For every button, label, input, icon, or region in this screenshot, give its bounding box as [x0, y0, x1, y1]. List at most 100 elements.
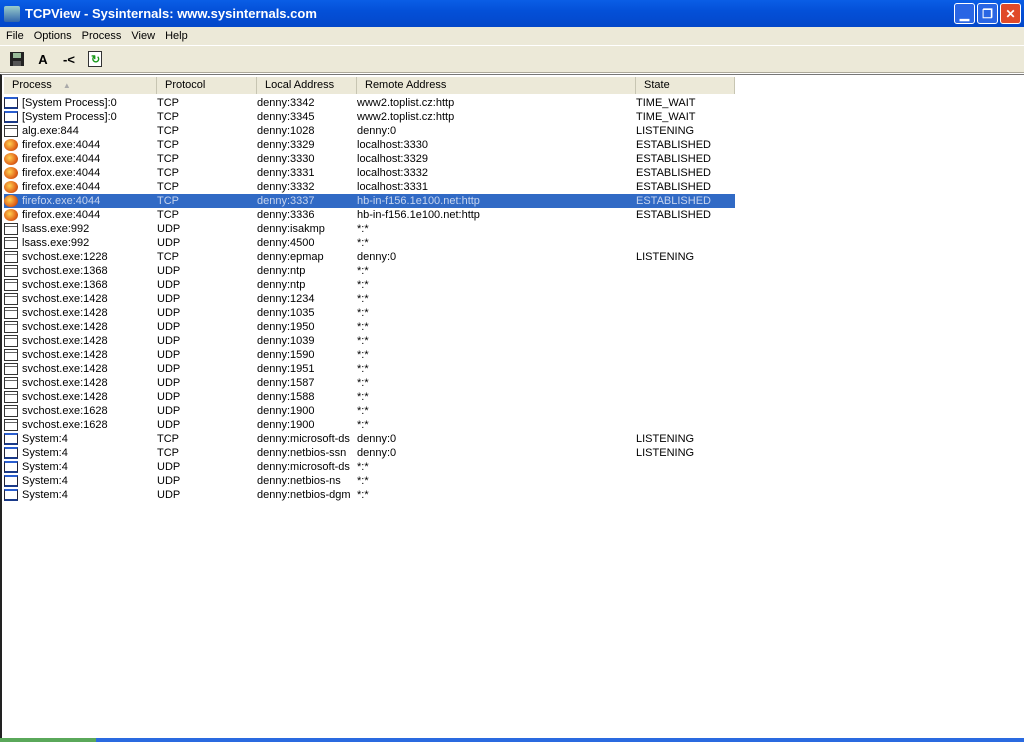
- refresh-icon[interactable]: ↻: [86, 50, 104, 68]
- table-row[interactable]: [System Process]:0 TCP denny:3342 www2.topl…: [4, 96, 735, 110]
- table-row[interactable]: firefox.exe:4044 TCP denny:3330 localhost:3…: [4, 152, 735, 166]
- cell-protocol: TCP: [157, 433, 179, 445]
- cell-state: ESTABLISHED: [636, 139, 711, 151]
- cell-state: [636, 278, 735, 292]
- list-header: Process ▲ Protocol Local Address Remote …: [4, 77, 735, 94]
- process-name: System:4: [22, 475, 68, 487]
- table-row[interactable]: svchost.exe:1628 UDP denny:1900 *:*: [4, 418, 735, 432]
- table-row[interactable]: lsass.exe:992 UDP denny:4500 *:*: [4, 236, 735, 250]
- minimize-button[interactable]: ▁: [954, 3, 975, 24]
- table-row[interactable]: [System Process]:0 TCP denny:3345 www2.topl…: [4, 110, 735, 124]
- table-row[interactable]: firefox.exe:4044 TCP denny:3336 hb-in-f156.…: [4, 208, 735, 222]
- table-row[interactable]: svchost.exe:1628 UDP denny:1900 *:*: [4, 404, 735, 418]
- table-row[interactable]: svchost.exe:1428 UDP denny:1951 *:*: [4, 362, 735, 376]
- process-name: System:4: [22, 461, 68, 473]
- column-header-process[interactable]: Process ▲: [4, 77, 157, 94]
- cell-local-address: denny:1951: [257, 363, 315, 375]
- cell-local-address: denny:epmap: [257, 251, 324, 263]
- window-process-icon: [4, 97, 18, 109]
- table-row[interactable]: svchost.exe:1428 UDP denny:1588 *:*: [4, 390, 735, 404]
- table-row[interactable]: System:4 TCP denny:microsoft-ds denny:0 LIST…: [4, 432, 735, 446]
- process-name: firefox.exe:4044: [22, 209, 101, 221]
- column-header-remote-address[interactable]: Remote Address: [357, 77, 636, 94]
- cell-local-address: denny:1028: [257, 125, 315, 137]
- cell-process: System:4: [4, 460, 157, 474]
- tcpview-app-icon[interactable]: [4, 5, 20, 22]
- process-name: svchost.exe:1368: [22, 265, 108, 277]
- app-process-icon: [4, 265, 18, 277]
- column-header-local-address[interactable]: Local Address: [257, 77, 357, 94]
- app-process-icon: [4, 405, 18, 417]
- process-name: svchost.exe:1428: [22, 321, 108, 333]
- close-button[interactable]: ✕: [1000, 3, 1021, 24]
- table-row[interactable]: svchost.exe:1428 UDP denny:1234 *:*: [4, 292, 735, 306]
- process-name: lsass.exe:992: [22, 223, 90, 235]
- table-row[interactable]: svchost.exe:1428 UDP denny:1035 *:*: [4, 306, 735, 320]
- cell-remote-address: *:*: [357, 419, 369, 431]
- app-process-icon: [4, 307, 18, 319]
- cell-process: svchost.exe:1428: [4, 376, 157, 390]
- menu-process[interactable]: Process: [77, 30, 127, 42]
- cell-protocol: TCP: [157, 153, 179, 165]
- cell-state: LISTENING: [636, 433, 695, 445]
- process-name: lsass.exe:992: [22, 237, 90, 249]
- cell-process: svchost.exe:1228: [4, 250, 157, 264]
- cell-remote-address: *:*: [357, 391, 369, 403]
- table-row[interactable]: svchost.exe:1428 UDP denny:1950 *:*: [4, 320, 735, 334]
- table-row[interactable]: svchost.exe:1228 TCP denny:epmap denny:0 LIS…: [4, 250, 735, 264]
- process-name: System:4: [22, 433, 68, 445]
- table-row[interactable]: svchost.exe:1428 UDP denny:1587 *:*: [4, 376, 735, 390]
- menu-help[interactable]: Help: [160, 30, 193, 42]
- cell-local-address: denny:1588: [257, 391, 315, 403]
- table-row[interactable]: svchost.exe:1428 UDP denny:1590 *:*: [4, 348, 735, 362]
- cell-process: lsass.exe:992: [4, 236, 157, 250]
- cell-protocol: TCP: [157, 209, 179, 221]
- cell-process: System:4: [4, 488, 157, 502]
- table-row[interactable]: svchost.exe:1368 UDP denny:ntp *:*: [4, 264, 735, 278]
- column-header-protocol[interactable]: Protocol: [157, 77, 257, 94]
- restore-button[interactable]: ❐: [977, 3, 998, 24]
- cell-protocol: UDP: [157, 405, 181, 417]
- table-row[interactable]: firefox.exe:4044 TCP denny:3332 localhost:3…: [4, 180, 735, 194]
- window-process-icon: [4, 475, 18, 487]
- table-row[interactable]: System:4 UDP denny:netbios-dgm *:*: [4, 488, 735, 502]
- table-row[interactable]: System:4 TCP denny:netbios-ssn denny:0 LISTE…: [4, 446, 735, 460]
- process-name: svchost.exe:1428: [22, 349, 108, 361]
- table-row[interactable]: lsass.exe:992 UDP denny:isakmp *:*: [4, 222, 735, 236]
- table-row[interactable]: svchost.exe:1368 UDP denny:ntp *:*: [4, 278, 735, 292]
- cell-process: firefox.exe:4044: [4, 180, 157, 194]
- menu-options[interactable]: Options: [29, 30, 77, 42]
- table-row[interactable]: svchost.exe:1428 UDP denny:1039 *:*: [4, 334, 735, 348]
- table-row[interactable]: firefox.exe:4044 TCP denny:3337 hb-in-f156.…: [4, 194, 735, 208]
- save-icon[interactable]: [8, 50, 26, 68]
- start-button[interactable]: [0, 738, 96, 742]
- cell-remote-address: *:*: [357, 335, 369, 347]
- table-row[interactable]: alg.exe:844 TCP denny:1028 denny:0 LISTENING: [4, 124, 735, 138]
- table-row[interactable]: firefox.exe:4044 TCP denny:3329 localhost:3…: [4, 138, 735, 152]
- column-header-state[interactable]: State: [636, 77, 735, 94]
- cell-remote-address: *:*: [357, 223, 369, 235]
- cell-local-address: denny:microsoft-ds: [257, 461, 350, 473]
- cell-state: ESTABLISHED: [636, 181, 711, 193]
- cell-local-address: denny:3332: [257, 181, 315, 193]
- firefox-process-icon: [4, 153, 18, 165]
- cell-state: ESTABLISHED: [636, 153, 711, 165]
- process-name: svchost.exe:1428: [22, 363, 108, 375]
- firefox-process-icon: [4, 139, 18, 151]
- cell-remote-address: *:*: [357, 293, 369, 305]
- table-row[interactable]: System:4 UDP denny:netbios-ns *:*: [4, 474, 735, 488]
- font-icon[interactable]: A: [34, 50, 52, 68]
- menu-view[interactable]: View: [126, 30, 160, 42]
- toolbar: A -< ↻: [0, 45, 1024, 73]
- resolve-icon[interactable]: -<: [60, 50, 78, 68]
- cell-remote-address: *:*: [357, 307, 369, 319]
- cell-remote-address: *:*: [357, 363, 369, 375]
- process-name: svchost.exe:1428: [22, 293, 108, 305]
- cell-protocol: UDP: [157, 321, 181, 333]
- process-name: svchost.exe:1428: [22, 391, 108, 403]
- window-process-icon: [4, 111, 18, 123]
- table-row[interactable]: System:4 UDP denny:microsoft-ds *:*: [4, 460, 735, 474]
- table-row[interactable]: firefox.exe:4044 TCP denny:3331 localhost:3…: [4, 166, 735, 180]
- connections-list[interactable]: Process ▲ Protocol Local Address Remote …: [0, 74, 1024, 738]
- menu-file[interactable]: File: [1, 30, 29, 42]
